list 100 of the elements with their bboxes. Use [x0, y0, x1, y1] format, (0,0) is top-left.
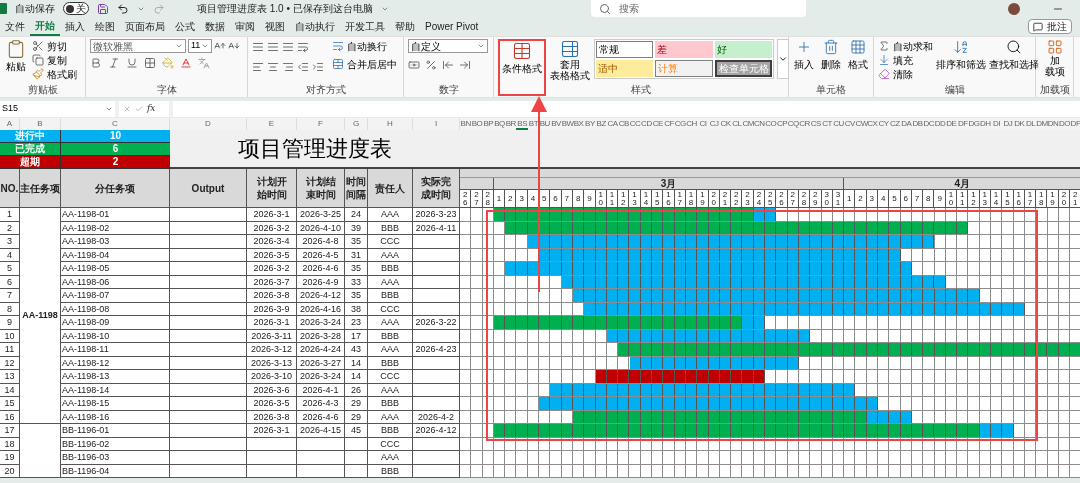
clear-button[interactable]: 清除 [878, 67, 933, 81]
column-header[interactable]: BP [482, 118, 494, 130]
cut-button[interactable]: 剪切 [32, 39, 77, 53]
save-icon[interactable] [97, 2, 109, 15]
column-header[interactable]: DC [923, 118, 935, 130]
cell-style-option[interactable]: 适中 [596, 60, 654, 77]
column-header[interactable]: CI [697, 118, 709, 130]
column-header[interactable]: DN [1047, 118, 1059, 130]
undo-icon[interactable] [117, 2, 129, 15]
merge-center-button[interactable]: 合并后居中 [332, 57, 397, 71]
column-header[interactable]: CK [719, 118, 732, 130]
column-header[interactable]: DH [979, 118, 991, 130]
comment-button[interactable]: 批注 [1028, 19, 1072, 34]
autosum-button[interactable]: 自动求和 [878, 39, 933, 53]
column-header[interactable]: DO [1058, 118, 1071, 130]
number-format-field[interactable]: 自定义 [408, 39, 488, 53]
arrow-right-icon[interactable] [459, 59, 471, 71]
caret-icon[interactable] [477, 42, 485, 50]
column-header[interactable]: DE [945, 118, 958, 130]
ribbon-tab[interactable]: 视图 [260, 17, 290, 36]
font-name-field[interactable]: 微软雅黑 [90, 39, 186, 53]
column-header[interactable]: BT [527, 118, 540, 130]
caret-icon[interactable] [175, 42, 183, 50]
column-header[interactable]: CG [674, 118, 686, 130]
align-right-icon[interactable] [282, 61, 294, 73]
column-header[interactable]: BV [550, 118, 562, 130]
percent-icon[interactable] [425, 59, 437, 71]
increase-font-icon[interactable] [214, 40, 226, 52]
find-select-button[interactable]: 查找和选择 [989, 39, 1039, 84]
decrease-indent-icon[interactable] [297, 61, 309, 73]
sort-filter-button[interactable]: 排序和筛选 [936, 39, 986, 84]
autosave-toggle[interactable]: 关 [63, 2, 89, 15]
font-size-field[interactable]: 11 [188, 39, 212, 53]
decrease-font-icon[interactable] [228, 40, 240, 52]
function-button[interactable]: fx [147, 102, 156, 116]
align-left-icon[interactable] [252, 61, 264, 73]
ribbon-tab[interactable]: Power Pivot [420, 17, 484, 36]
ribbon-tab[interactable]: 数据 [200, 17, 230, 36]
delete-button[interactable]: 删除 [819, 39, 843, 84]
column-header[interactable]: DB [911, 118, 924, 130]
column-header[interactable]: CV [844, 118, 856, 130]
arrow-left-icon[interactable] [442, 59, 454, 71]
avatar[interactable] [1008, 2, 1020, 15]
column-header[interactable]: CW [855, 118, 867, 130]
cell-style-option[interactable]: 常规 [596, 41, 654, 58]
ribbon-tab[interactable]: 页面布局 [120, 17, 170, 36]
font-color-icon[interactable] [180, 57, 192, 69]
column-header[interactable]: DP [1070, 118, 1080, 130]
column-header[interactable]: DF [957, 118, 969, 130]
column-header[interactable]: CH [685, 118, 698, 130]
italic-icon[interactable] [108, 57, 120, 69]
column-header[interactable]: CY [878, 118, 890, 130]
column-header[interactable]: BX [572, 118, 585, 130]
increase-indent-icon[interactable] [312, 61, 324, 73]
column-header[interactable]: CZ [889, 118, 901, 130]
ribbon-tab[interactable]: 自动执行 [290, 17, 340, 36]
name-box[interactable]: S15 [0, 101, 115, 117]
ribbon-tab[interactable]: 文件 [0, 17, 30, 36]
format-painter-button[interactable]: 格式刷 [32, 67, 77, 81]
column-header[interactable]: DG [968, 118, 980, 130]
cell-style-option[interactable]: 差 [655, 41, 713, 58]
ribbon-tab[interactable]: 开发工具 [340, 17, 390, 36]
caret-icon[interactable] [105, 105, 113, 113]
column-header[interactable]: BY [584, 118, 596, 130]
column-header[interactable]: BN [460, 118, 472, 130]
fill-color-icon[interactable] [162, 57, 174, 69]
column-header[interactable]: DK [1013, 118, 1025, 130]
addins-button[interactable]: 加 载项 [1040, 39, 1069, 84]
orientation-icon[interactable] [297, 41, 309, 53]
column-header[interactable]: CU [832, 118, 845, 130]
paste-button[interactable]: 粘贴 [4, 39, 28, 84]
column-header[interactable]: CQ [787, 118, 799, 130]
column-header[interactable]: DA [900, 118, 912, 130]
ribbon-tab[interactable]: 绘图 [90, 17, 120, 36]
column-header[interactable]: CM [742, 118, 754, 130]
column-header[interactable]: BU [539, 118, 551, 130]
formula-field[interactable] [173, 101, 1080, 117]
wrap-text-button[interactable]: 自动换行 [332, 39, 397, 53]
column-header[interactable]: CB [618, 118, 630, 130]
align-center-icon[interactable] [267, 61, 279, 73]
ribbon-tab[interactable]: 审阅 [230, 17, 260, 36]
column-header[interactable]: DI [990, 118, 1003, 130]
copy-button[interactable]: 复制 [32, 53, 77, 67]
bold-icon[interactable] [90, 57, 102, 69]
fill-button[interactable]: 填充 [878, 53, 933, 67]
column-header[interactable]: CP [776, 118, 788, 130]
format-button[interactable]: 格式 [846, 39, 869, 84]
ribbon-tab[interactable]: 插入 [60, 17, 90, 36]
column-header[interactable]: CL [731, 118, 743, 130]
ribbon-tab[interactable]: 公式 [170, 17, 200, 36]
column-header[interactable]: CX [866, 118, 878, 130]
column-header[interactable]: BW [561, 118, 573, 130]
column-header[interactable]: CT [821, 118, 833, 130]
conditional-format-button[interactable]: 条件格式 [501, 41, 543, 94]
phonetic-icon[interactable] [198, 57, 210, 69]
column-header[interactable]: CJ [708, 118, 720, 130]
align-bottom-icon[interactable] [282, 41, 294, 53]
column-header[interactable]: CN [753, 118, 765, 130]
column-header[interactable]: CR [798, 118, 811, 130]
column-header[interactable]: CO [765, 118, 777, 130]
